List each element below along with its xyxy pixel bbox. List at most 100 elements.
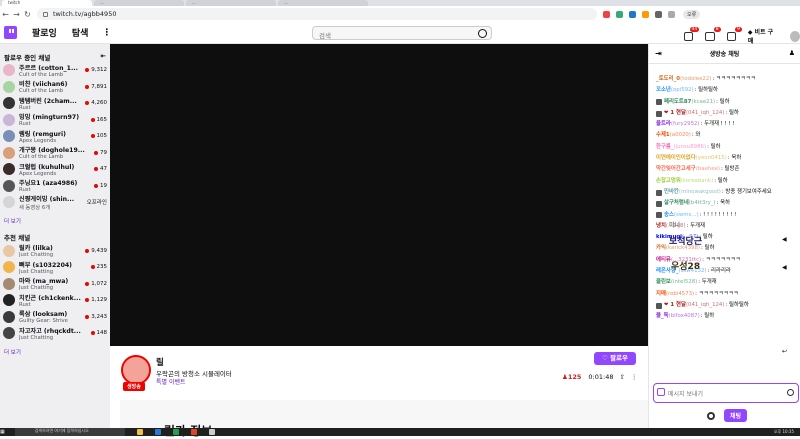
notification-badge: 8 <box>713 26 721 32</box>
chat-username[interactable]: 에티뮤 <box>656 255 671 266</box>
chat-user-id: (opi592) <box>670 87 694 94</box>
channel-avatar <box>3 80 15 93</box>
sidebar-channel[interactable]: 자고자고 (rhqckdt... Just Chatting 148 <box>0 326 110 341</box>
user-avatar[interactable] <box>789 30 800 42</box>
extension-icon[interactable] <box>668 10 675 18</box>
chat-username[interactable]: 이연에이인이없다 <box>656 153 696 164</box>
search-input[interactable]: 검색 <box>312 26 492 40</box>
chat-message: 손잡고멍뭐 (koreabank): 릴하 <box>656 176 797 187</box>
emote-picker-icon[interactable] <box>787 389 794 396</box>
sidebar-channel[interactable]: 개구몽 (doghole19... Cult of the Lamb 79 <box>0 145 110 160</box>
taskbar-app-icon[interactable] <box>154 429 161 435</box>
chat-username[interactable]: 지매 <box>656 289 666 300</box>
taskbar-app-icon[interactable] <box>208 429 215 435</box>
notifications-icon[interactable]: 44 <box>684 26 700 41</box>
scroll-arrow-icon[interactable]: ◀ <box>782 236 787 243</box>
nav-following[interactable]: 팔로잉 <box>32 26 57 39</box>
sidebar-channel[interactable]: 주르르 (cotton_1... Cult of the Lamb 9,312 <box>0 63 110 78</box>
sidebar-channel[interactable]: 주닝요1 (aza4986) Rust 19 <box>0 178 110 193</box>
live-dot <box>94 183 98 188</box>
streamer-avatar[interactable] <box>121 355 151 385</box>
chat-username[interactable]: 꼬소년 <box>656 85 671 96</box>
reply-icon[interactable]: ↩ <box>782 348 787 355</box>
sidebar-channel[interactable]: 신쨩게이밍 (shin... 새 동영상 6개 오프라인 <box>0 195 110 211</box>
chat-badge-icon <box>656 99 662 106</box>
nav-browse[interactable]: 탐색 <box>72 26 89 39</box>
chat-username[interactable]: 냉치 <box>656 221 666 232</box>
chat-username[interactable]: 수제1 <box>656 130 670 141</box>
profile-button[interactable]: 오류 <box>683 9 701 19</box>
extension-icon[interactable] <box>629 10 636 18</box>
collapse-sidebar-icon[interactable]: ⇤ <box>101 52 106 61</box>
gear-icon[interactable] <box>707 411 715 420</box>
chat-username[interactable]: ❤ 1 현달 <box>664 300 686 311</box>
taskbar-app-icon[interactable] <box>190 429 197 435</box>
reload-icon[interactable]: ↻ <box>22 10 33 19</box>
follow-button[interactable]: ♡ 팔로우 <box>594 352 636 365</box>
whispers-icon[interactable]: 9 <box>726 26 742 41</box>
search-icon[interactable] <box>478 29 487 38</box>
channel-viewers: 오프라인 <box>87 198 107 206</box>
chat-username[interactable]: 클린보 <box>656 277 671 288</box>
sidebar-channel[interactable]: 치킨곤 (ch1ckenk... Rust 1,129 <box>0 293 110 308</box>
forward-icon[interactable]: → <box>11 10 22 19</box>
chat-input[interactable]: 메시지 보내기 <box>653 383 799 403</box>
channel-avatar <box>3 163 15 175</box>
sidebar-channel[interactable]: 크럴럽 (kuhulhul) Apex Legends 47 <box>0 162 110 177</box>
extension-icon[interactable] <box>655 10 662 18</box>
bits-label: 비트 구매 <box>747 29 774 45</box>
windows-start-icon[interactable]: ▦ <box>0 429 5 435</box>
sidebar-channel[interactable]: 룩삼 (looksam) Guilty Gear: Strive 3,243 <box>0 309 110 324</box>
sidebar-channel[interactable]: 릴카 (lilka) Just Chatting 9,439 <box>0 243 110 258</box>
sidebar-channel[interactable]: 비챤 (viichan6) Cult of the Lamb 7,891 <box>0 79 110 94</box>
channel-game: Cult of the Lamb <box>19 154 64 160</box>
users-icon[interactable]: ♟ <box>789 49 795 57</box>
video-player[interactable] <box>110 44 648 346</box>
taskbar-app-icon[interactable] <box>136 429 143 435</box>
chat-send-button[interactable]: 채팅 <box>724 409 748 422</box>
chat-message: _토도리_0 (todolee22): ㅋㅋㅋㅋㅋㅋㅋㅋ <box>656 74 797 85</box>
channel-info: 마와 (ma_mwa) Just Chatting <box>19 276 85 291</box>
chat-username[interactable]: 살구처럼네 <box>664 198 689 209</box>
chat-username[interactable]: 민바칸 <box>664 187 679 198</box>
back-icon[interactable]: ← <box>0 10 11 19</box>
twitch-logo-icon[interactable] <box>4 26 17 39</box>
chat-username[interactable]: ❤ 1 현달 <box>664 108 686 119</box>
taskbar-search[interactable]: 검색하려면 여기에 입력하십시오 <box>14 428 125 436</box>
sidebar-channel[interactable]: 탬탬버린 (2cham... Rust 4,260 <box>0 96 110 111</box>
more-options-icon[interactable]: ⋮ <box>631 373 638 381</box>
streamer-name[interactable]: 릴 <box>156 356 164 368</box>
show-more-link[interactable]: 더 보기 <box>0 210 110 230</box>
chat-user-id: (intel528) <box>670 279 698 286</box>
category-link[interactable]: 특별 이벤트 <box>156 377 186 386</box>
chat-username[interactable]: 약간잊어간고세구 <box>656 164 696 175</box>
channel-viewers: 19 <box>94 183 107 189</box>
extension-icon[interactable] <box>642 10 649 18</box>
chat-username[interactable]: 손잡고멍뭐 <box>656 176 681 187</box>
show-more-link[interactable]: 더 보기 <box>0 341 110 361</box>
chat-username[interactable]: 블_독 <box>656 311 669 322</box>
channel-viewers: 9,312 <box>85 67 107 73</box>
chat-username[interactable]: 율트라 <box>656 119 671 130</box>
sidebar-channel[interactable]: 렘링 (remguri) Apex Legends 105 <box>0 129 110 144</box>
chat-username[interactable]: 페리도트87 <box>664 97 691 108</box>
more-menu-icon[interactable]: ⋮ <box>102 28 111 38</box>
extension-icon[interactable] <box>616 10 623 18</box>
sidebar-channel[interactable]: 밍밍 (mingturn97) Rust 165 <box>0 112 110 127</box>
chat-username[interactable]: 카익 <box>656 243 666 254</box>
scroll-arrow-icon[interactable]: ◀ <box>782 264 787 271</box>
channel-name: 자고자고 (rhqckdt... <box>19 327 81 335</box>
chat-username[interactable]: _토도리_0 <box>656 74 680 85</box>
sidebar-channel[interactable]: 뻐부 (s1032204) Just Chatting 235 <box>0 260 110 275</box>
bits-icon[interactable] <box>657 388 665 396</box>
inbox-icon[interactable]: 8 <box>705 26 721 41</box>
get-bits-button[interactable]: ◆ 비트 구매 <box>748 27 776 45</box>
extension-icon[interactable] <box>603 10 610 18</box>
channel-game: Just Chatting <box>19 268 54 275</box>
taskbar-app-icon[interactable] <box>172 429 179 435</box>
collapse-chat-icon[interactable]: ⇥ <box>655 49 662 58</box>
sidebar-channel[interactable]: 마와 (ma_mwa) Just Chatting 1,072 <box>0 276 110 291</box>
url-field[interactable]: twitch.tv/agbb4950 <box>37 8 597 20</box>
share-icon[interactable]: ⇧ <box>619 373 624 381</box>
chat-username[interactable]: 한구름_ <box>656 142 674 153</box>
